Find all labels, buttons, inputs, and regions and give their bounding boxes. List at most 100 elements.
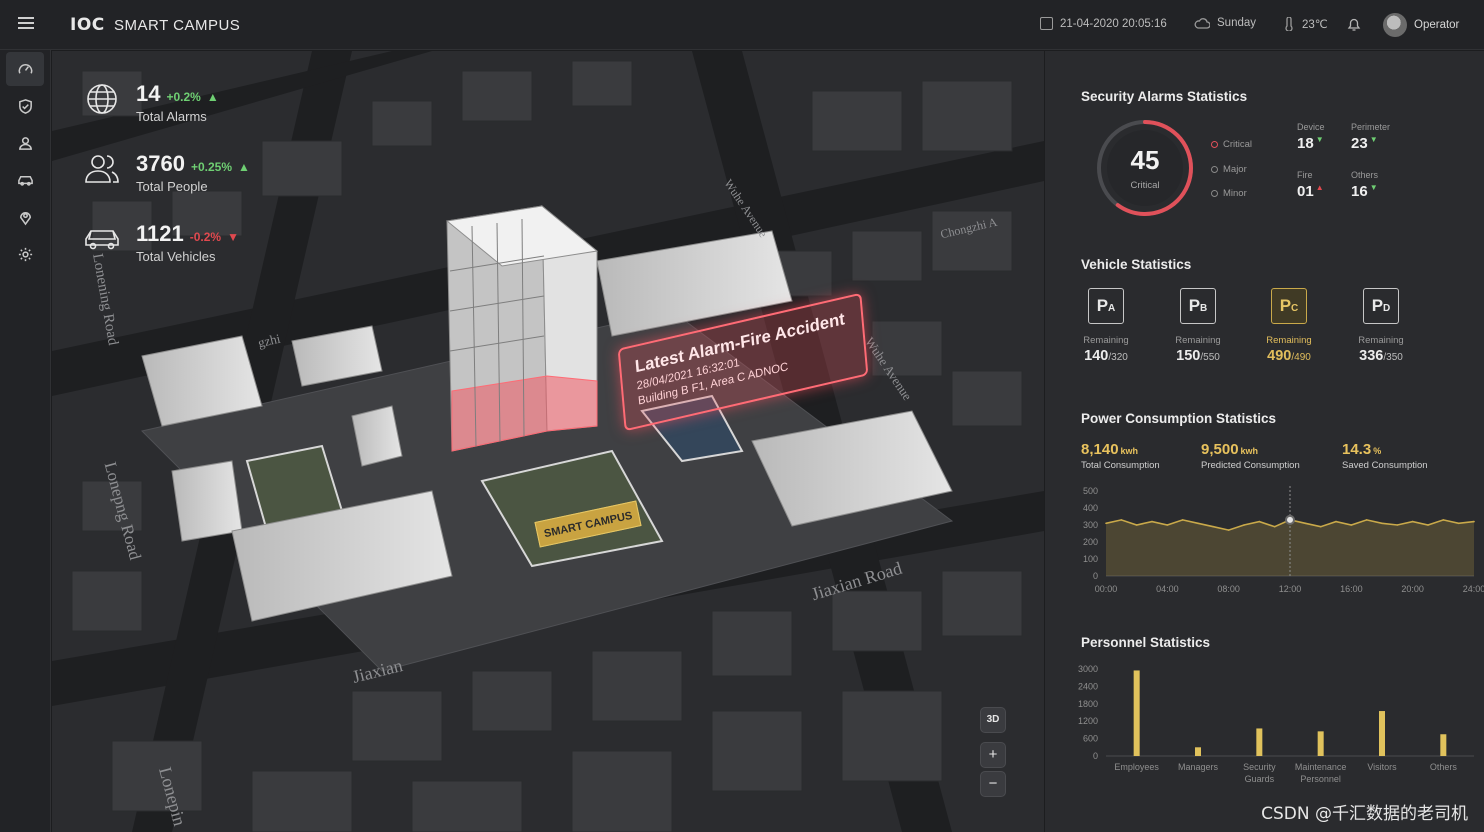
power-point xyxy=(1442,519,1445,521)
fire-label: Fire xyxy=(1297,170,1313,180)
stat-total-people: 3760 +0.25% ▲ Total People xyxy=(82,151,250,194)
x-tick-label: 24:00 xyxy=(1463,584,1484,594)
legend-minor: Minor xyxy=(1211,188,1247,199)
y-tick-label: 500 xyxy=(1083,486,1098,496)
stat-change: -0.2% xyxy=(189,230,222,244)
avatar xyxy=(1383,13,1407,37)
y-tick-label: 3000 xyxy=(1078,664,1098,674)
nav-people[interactable] xyxy=(6,126,44,160)
power-saved: 14.3% Saved Consumption xyxy=(1342,441,1428,471)
device-value: 18 ▼ xyxy=(1297,135,1324,152)
gear-icon xyxy=(18,247,32,261)
temperature-text: 23℃ xyxy=(1302,19,1328,31)
user-menu[interactable]: Operator xyxy=(1383,13,1459,37)
others-label: Others xyxy=(1351,170,1379,180)
datetime-display: 21-04-2020 20:05:16 xyxy=(1040,17,1167,30)
menu-button[interactable] xyxy=(14,14,38,36)
power-point xyxy=(1273,525,1276,528)
parking-lot-d[interactable]: PD Remaining 336/350 xyxy=(1343,288,1419,364)
power-point xyxy=(1166,524,1169,526)
personnel-bar-chart[interactable]: 0 600 1200 1800 2400 3000 Employees Managers Sec… xyxy=(1064,659,1484,799)
x-tick-label: 12:00 xyxy=(1279,584,1302,594)
y-tick-label: 1200 xyxy=(1078,716,1098,726)
power-point xyxy=(1365,519,1368,521)
category-label: Maintenance xyxy=(1295,762,1347,772)
car-icon xyxy=(85,230,119,250)
power-title: Power Consumption Statistics xyxy=(1081,411,1277,426)
zoom-out-button[interactable]: − xyxy=(980,771,1006,797)
nav-vehicles[interactable] xyxy=(6,163,44,197)
parking-icon: PB xyxy=(1180,288,1216,324)
car-icon xyxy=(17,175,33,186)
legend-major: Major xyxy=(1211,164,1247,175)
stat-label: Total Vehicles xyxy=(136,249,216,264)
personnel-bar xyxy=(1195,747,1201,756)
y-tick-label: 600 xyxy=(1083,734,1098,744)
parking-label: Remaining xyxy=(1266,335,1312,346)
stat-total-alarms: 14 +0.2% ▲ Total Alarms xyxy=(82,81,219,124)
parking-lot-b[interactable]: PB Remaining 150/550 xyxy=(1160,288,1236,364)
view-3d-button[interactable]: 3D xyxy=(980,707,1006,733)
nav-location[interactable] xyxy=(6,200,44,234)
stat-change: +0.2% xyxy=(166,90,201,104)
zoom-in-button[interactable]: + xyxy=(980,742,1006,768)
notifications-button[interactable] xyxy=(1347,17,1361,32)
y-tick-label: 300 xyxy=(1083,520,1098,530)
personnel-bar xyxy=(1440,734,1447,756)
parking-count: 336/350 xyxy=(1359,348,1403,364)
y-tick-label: 0 xyxy=(1093,571,1098,581)
power-point xyxy=(1319,525,1322,528)
hover-marker xyxy=(1285,514,1295,525)
vehicle-title: Vehicle Statistics xyxy=(1081,257,1192,272)
power-line-chart[interactable]: 0 100 200 300 400 500 00:00 04:00 08:00 12:00 16:0… xyxy=(1064,481,1484,601)
nav-security[interactable] xyxy=(6,89,44,123)
stat-value: 14 xyxy=(136,81,161,106)
thermometer-icon xyxy=(1285,17,1293,31)
y-tick-label: 1800 xyxy=(1078,699,1098,709)
power-point xyxy=(1304,522,1307,525)
brand-name: IOC xyxy=(70,15,105,35)
parking-lot-c[interactable]: PC Remaining 490/490 xyxy=(1251,288,1327,364)
parking-label: Remaining xyxy=(1083,335,1129,346)
power-point xyxy=(1181,519,1184,521)
power-predicted: 9,500 kwh Predicted Consumption xyxy=(1201,441,1300,471)
power-point xyxy=(1473,520,1475,523)
category-label: Guards xyxy=(1245,774,1275,784)
nav-dashboard[interactable] xyxy=(6,52,44,86)
power-point xyxy=(1381,522,1383,525)
temperature-display: 23℃ xyxy=(1283,17,1328,31)
x-tick-label: 20:00 xyxy=(1401,584,1424,594)
parking-label: Remaining xyxy=(1175,335,1221,346)
category-label: Managers xyxy=(1178,762,1219,772)
category-label: Personnel xyxy=(1300,774,1341,784)
nav-settings[interactable] xyxy=(6,237,44,271)
x-tick-label: 16:00 xyxy=(1340,584,1363,594)
critical-label: Critical xyxy=(1130,180,1160,191)
stat-change: +0.25% xyxy=(190,160,232,174)
shield-icon xyxy=(18,98,32,114)
stat-label: Total Alarms xyxy=(136,109,207,124)
legend-critical: Critical xyxy=(1211,139,1252,150)
parking-icon: PC xyxy=(1271,288,1307,324)
y-tick-label: 0 xyxy=(1093,751,1098,761)
category-label: Others xyxy=(1430,762,1458,772)
parking-icon: PD xyxy=(1363,288,1399,324)
power-point xyxy=(1350,524,1353,526)
parking-lot-a[interactable]: PA Remaining 140/320 xyxy=(1068,288,1144,364)
campus-3d-map[interactable]: Lonening Road Lonepng Road Lonepin Jiaxi… xyxy=(52,51,1044,832)
power-point xyxy=(1457,522,1460,525)
datetime-text: 21-04-2020 20:05:16 xyxy=(1060,17,1167,30)
power-point xyxy=(1411,520,1414,523)
x-tick-label: 08:00 xyxy=(1217,584,1240,594)
trend-up-icon: ▲ xyxy=(206,90,219,104)
category-label: Employees xyxy=(1114,762,1159,772)
power-total: 8,140 kwh Total Consumption xyxy=(1081,441,1160,471)
category-label: Security xyxy=(1243,762,1276,772)
personnel-bar xyxy=(1256,728,1263,756)
globe-icon xyxy=(87,84,117,114)
calendar-icon xyxy=(1040,17,1053,30)
others-value: 16 ▼ xyxy=(1351,183,1378,200)
power-point xyxy=(1151,520,1153,523)
power-point xyxy=(1212,525,1215,528)
personnel-bar xyxy=(1379,711,1385,756)
